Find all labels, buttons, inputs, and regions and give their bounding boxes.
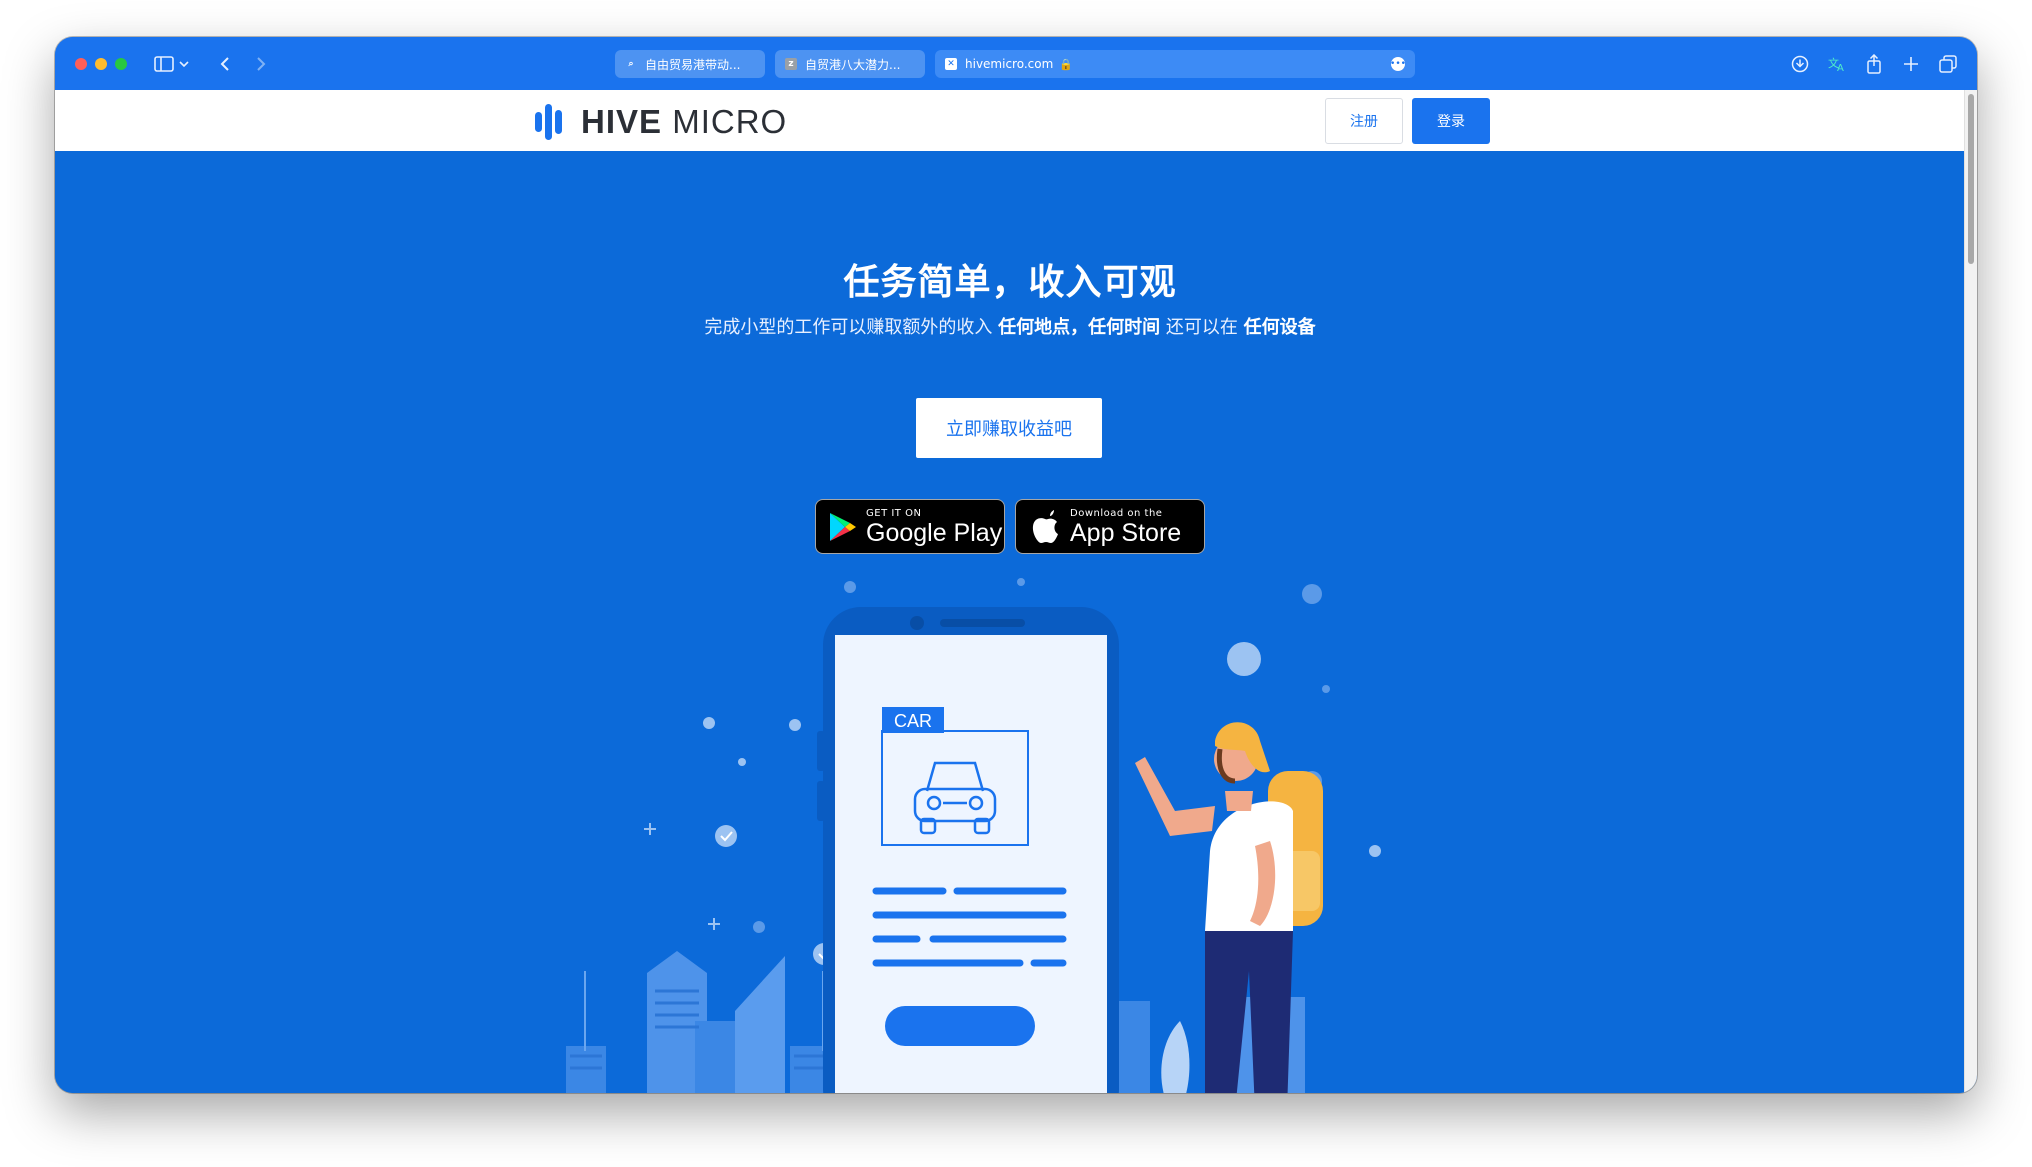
logo-text: HIVE MICRO [581, 103, 788, 140]
browser-tab[interactable]: z 自贸港八大潜力... [775, 50, 925, 78]
login-button[interactable]: 登录 [1412, 98, 1490, 144]
close-window-button[interactable] [75, 58, 87, 70]
more-options-icon[interactable]: ••• [1390, 57, 1406, 71]
search-icon: ⌕ [628, 59, 634, 69]
scrollbar-thumb[interactable] [1968, 94, 1974, 264]
register-button[interactable]: 注册 [1325, 98, 1403, 144]
zhihu-icon: z [785, 58, 797, 70]
page-scrollbar[interactable] [1964, 90, 1977, 1093]
address-text: hivemicro.com [965, 57, 1054, 71]
site-favicon-icon: ✕ [945, 58, 957, 70]
tab-label: 自贸港八大潜力... [805, 57, 901, 72]
browser-tab[interactable]: ⌕ 自由贸易港带动... [615, 50, 765, 78]
check-icon [715, 825, 835, 965]
forward-arrow-icon[interactable] [248, 51, 274, 77]
lock-icon: 🔒 [1059, 57, 1073, 71]
minimize-window-button[interactable] [95, 58, 107, 70]
plant-icon [1161, 1021, 1190, 1093]
svg-text:A: A [1837, 63, 1844, 73]
tab-label: 自由贸易港带动... [645, 57, 741, 72]
hero-illustration: CAR [566, 578, 1381, 1093]
back-arrow-icon[interactable] [212, 51, 238, 77]
address-bar[interactable]: ✕ hivemicro.com 🔒 ••• [935, 50, 1415, 78]
hivemicro-logo[interactable]: HIVE MICRO [535, 103, 788, 140]
zoom-window-button[interactable] [115, 58, 127, 70]
downloads-icon[interactable] [1787, 51, 1813, 77]
site-header: HIVE MICRO 注册 登录 [55, 90, 1965, 152]
chevron-down-icon[interactable] [177, 51, 191, 77]
browser-window: ⌕ 自由贸易港带动... z 自贸港八大潜力... ✕ hivemicro.co… [55, 37, 1977, 1093]
plus-icon [644, 823, 720, 930]
tab-overview-icon[interactable] [1935, 51, 1961, 77]
new-tab-plus-icon[interactable] [1898, 51, 1924, 77]
card-tag-text: CAR [894, 711, 932, 731]
translate-icon[interactable]: 文A [1824, 51, 1850, 77]
phone-illustration [817, 607, 1119, 1093]
share-icon[interactable] [1861, 51, 1887, 77]
sidebar-toggle-icon[interactable] [151, 51, 177, 77]
hive-logo-icon [535, 104, 562, 140]
hero-section: 任务简单，收入可观 完成小型的工作可以赚取额外的收入 任何地点，任何时间 还可以… [55, 151, 1965, 1093]
browser-toolbar: ⌕ 自由贸易港带动... z 自贸港八大潜力... ✕ hivemicro.co… [55, 37, 1977, 90]
